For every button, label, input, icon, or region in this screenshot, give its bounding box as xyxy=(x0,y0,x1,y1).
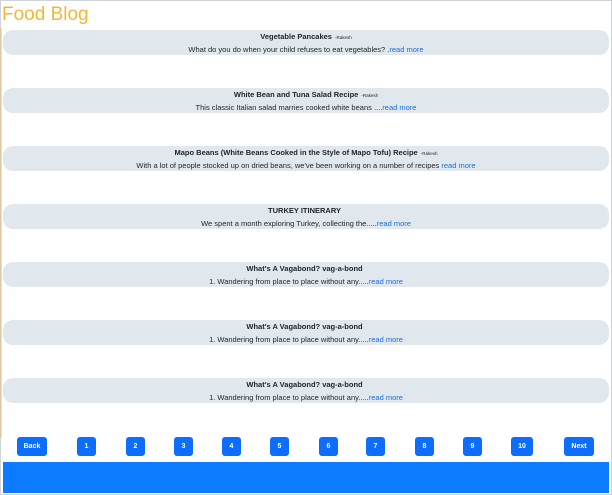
post-excerpt-line: This classic Italian salad marries cooke… xyxy=(3,102,609,113)
post-header: Vegetable Pancakes -Rakesh xyxy=(3,31,609,43)
post-title: What's A Vagabond? vag-a-bond xyxy=(246,322,363,331)
post-title: Vegetable Pancakes xyxy=(260,32,332,41)
post-header: What's A Vagabond? vag-a-bond xyxy=(3,321,609,333)
read-more-link[interactable]: read more xyxy=(369,335,403,344)
read-more-link[interactable]: read more xyxy=(382,103,416,112)
read-more-link[interactable]: read more xyxy=(441,161,475,170)
page-9-button[interactable]: 9 xyxy=(463,437,482,456)
post-card: What's A Vagabond? vag-a-bond 1. Wanderi… xyxy=(3,320,609,345)
next-button[interactable]: Next xyxy=(564,437,594,456)
post-excerpt-line: With a lot of people stocked up on dried… xyxy=(3,160,609,171)
post-title: What's A Vagabond? vag-a-bond xyxy=(246,380,363,389)
page-8-button[interactable]: 8 xyxy=(415,437,434,456)
post-excerpt: 1. Wandering from place to place without… xyxy=(209,335,369,344)
post-header: What's A Vagabond? vag-a-bond xyxy=(3,379,609,391)
post-excerpt: This classic Italian salad marries cooke… xyxy=(195,103,383,112)
page-frame xyxy=(0,0,612,495)
read-more-link[interactable]: read more xyxy=(377,219,411,228)
page-7-button[interactable]: 7 xyxy=(366,437,385,456)
footer-bar xyxy=(3,462,609,493)
post-excerpt-line: What do you do when your child refuses t… xyxy=(3,44,609,55)
post-card: Vegetable Pancakes -Rakesh What do you do… xyxy=(3,30,609,55)
read-more-link[interactable]: read more xyxy=(369,393,403,402)
read-more-link[interactable]: read more xyxy=(369,277,403,286)
post-header: What's A Vagabond? vag-a-bond xyxy=(3,263,609,275)
post-card: White Bean and Tuna Salad Recipe -Rakesh … xyxy=(3,88,609,113)
post-author: -Rakesh xyxy=(420,151,438,156)
post-title: What's A Vagabond? vag-a-bond xyxy=(246,264,363,273)
post-card: What's A Vagabond? vag-a-bond 1. Wanderi… xyxy=(3,378,609,403)
blog-title: Food Blog xyxy=(2,4,89,25)
page-5-button[interactable]: 5 xyxy=(270,437,289,456)
post-author: -Rakesh xyxy=(334,35,352,40)
left-scroll-rail xyxy=(0,28,2,438)
post-card: TURKEY ITINERARY We spent a month explor… xyxy=(3,204,609,229)
back-button[interactable]: Back xyxy=(17,437,47,456)
page-10-button[interactable]: 10 xyxy=(511,437,533,456)
post-header: White Bean and Tuna Salad Recipe -Rakesh xyxy=(3,89,609,101)
page-1-button[interactable]: 1 xyxy=(77,437,96,456)
read-more-link[interactable]: read more xyxy=(389,45,423,54)
post-card: Mapo Beans (White Beans Cooked in the St… xyxy=(3,146,609,171)
post-excerpt: We spent a month exploring Turkey, colle… xyxy=(201,219,377,228)
post-excerpt-line: 1. Wandering from place to place without… xyxy=(3,392,609,403)
post-excerpt: 1. Wandering from place to place without… xyxy=(209,393,369,402)
page-6-button[interactable]: 6 xyxy=(319,437,338,456)
page-4-button[interactable]: 4 xyxy=(222,437,241,456)
post-card: What's A Vagabond? vag-a-bond 1. Wanderi… xyxy=(3,262,609,287)
post-excerpt: 1. Wandering from place to place without… xyxy=(209,277,369,286)
post-excerpt-line: We spent a month exploring Turkey, colle… xyxy=(3,218,609,229)
post-excerpt: With a lot of people stocked up on dried… xyxy=(136,161,442,170)
post-excerpt-line: 1. Wandering from place to place without… xyxy=(3,276,609,287)
post-title: Mapo Beans (White Beans Cooked in the St… xyxy=(174,148,418,157)
post-excerpt-line: 1. Wandering from place to place without… xyxy=(3,334,609,345)
post-header: Mapo Beans (White Beans Cooked in the St… xyxy=(3,147,609,159)
post-excerpt: What do you do when your child refuses t… xyxy=(188,45,390,54)
page-3-button[interactable]: 3 xyxy=(174,437,193,456)
post-header: TURKEY ITINERARY xyxy=(3,205,609,217)
post-title: TURKEY ITINERARY xyxy=(268,206,341,215)
page-2-button[interactable]: 2 xyxy=(126,437,145,456)
post-title: White Bean and Tuna Salad Recipe xyxy=(233,90,359,99)
post-author: -Rakesh xyxy=(361,93,379,98)
